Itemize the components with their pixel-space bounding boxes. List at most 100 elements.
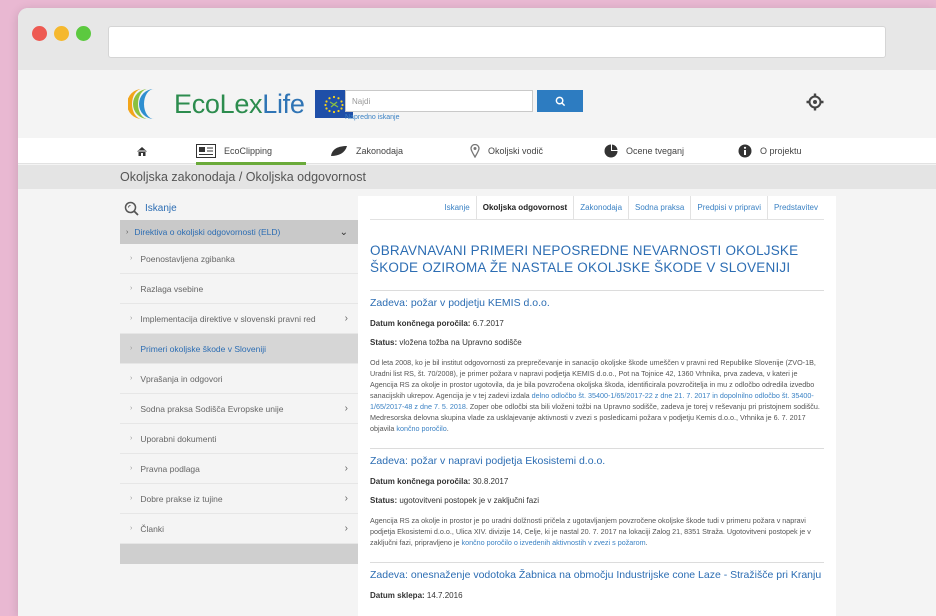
- case-status: Status: ugotovitveni postopek je v zaklj…: [370, 496, 824, 505]
- nav-home[interactable]: [136, 138, 156, 164]
- browser-titlebar: [18, 8, 936, 70]
- bullet-icon: ›: [130, 255, 133, 262]
- sidebar-item-label: Članki: [140, 523, 164, 534]
- nav-o-projektu[interactable]: O projektu: [738, 138, 802, 164]
- sidebar-section-eld[interactable]: › Direktiva o okoljski odgovornosti (ELD)…: [120, 220, 358, 244]
- nav-ecoclipping-label: EcoClipping: [224, 146, 273, 156]
- ecolexlife-logo-icon: [127, 85, 166, 123]
- case-date-label: Datum končnega poročila:: [370, 319, 471, 328]
- sidebar-item[interactable]: › Implementacija direktive v slovenski pr…: [120, 304, 358, 334]
- case-date-label: Datum sklepa:: [370, 591, 425, 600]
- sidebar-item-label: Dobre prakse iz tujine: [140, 493, 223, 504]
- chevron-right-icon: ›: [344, 493, 348, 504]
- chevron-right-icon: ›: [344, 313, 348, 324]
- case-date: Datum sklepa: 14.7.2016: [370, 591, 824, 600]
- sidebar-item[interactable]: › Sodna praksa Sodišča Evropske unije ›: [120, 394, 358, 424]
- nav-o-projektu-label: O projektu: [760, 146, 802, 156]
- final-report-link[interactable]: končno poročilo: [396, 424, 446, 433]
- leaf-icon: [330, 145, 348, 157]
- site-header: EcoLexLife Najdi Napredno iskanje: [18, 70, 936, 138]
- browser-window: EcoLexLife Najdi Napredno iskanje EcoCli…: [18, 8, 936, 616]
- nav-zakonodaja-label: Zakonodaja: [356, 146, 404, 156]
- case-status-value: ugotovitveni postopek je v zaključni faz…: [399, 496, 539, 505]
- search-input[interactable]: Najdi: [345, 90, 533, 112]
- case-title[interactable]: Zadeva: požar v podjetju KEMIS d.o.o.: [370, 297, 824, 309]
- bullet-icon: ›: [130, 315, 133, 322]
- chevron-right-icon: ›: [344, 523, 348, 534]
- case-status: Status: vložena tožba na Upravno sodišče: [370, 338, 824, 347]
- home-icon: [136, 146, 148, 157]
- bullet-icon: ›: [130, 525, 133, 532]
- case-date-value: 14.7.2016: [426, 591, 463, 600]
- content-tabs: Iskanje Okoljska odgovornost Zakonodaja …: [370, 196, 824, 220]
- logo-text: EcoLexLife: [174, 89, 305, 120]
- sidebar-search-link[interactable]: Iskanje: [120, 196, 358, 220]
- advanced-search-link[interactable]: Napredno iskanje: [345, 114, 533, 121]
- sidebar-item[interactable]: › Vprašanja in odgovori: [120, 364, 358, 394]
- case-text: .: [645, 538, 648, 547]
- tab-predstavitev[interactable]: Predstavitev: [768, 196, 824, 220]
- maximize-window-button[interactable]: [76, 26, 91, 41]
- minimize-window-button[interactable]: [54, 26, 69, 41]
- logo-text-eco: EcoLex: [174, 88, 263, 119]
- chevron-down-icon: ⌄: [339, 226, 348, 238]
- case-status-value: vložena tožba na Upravno sodišče: [399, 338, 522, 347]
- tab-okoljska-odgovornost[interactable]: Okoljska odgovornost: [477, 196, 575, 220]
- nav-ocene-tveganj[interactable]: Ocene tveganj: [604, 138, 684, 164]
- breadcrumb: Okoljska zakonodaja / Okoljska odgovorno…: [18, 165, 936, 189]
- case-date-value: 30.8.2017: [472, 477, 509, 486]
- bullet-icon: ›: [130, 345, 133, 352]
- bullet-icon: ›: [126, 228, 129, 236]
- sidebar-item[interactable]: › Uporabni dokumenti: [120, 424, 358, 454]
- tab-iskanje[interactable]: Iskanje: [438, 196, 477, 220]
- sidebar-item[interactable]: › Pravna podlaga ›: [120, 454, 358, 484]
- address-bar[interactable]: [108, 26, 886, 58]
- sidebar-item-label: Primeri okoljske škode v Sloveniji: [140, 343, 267, 354]
- bullet-icon: ›: [130, 465, 133, 472]
- sidebar-item[interactable]: › Primeri okoljske škode v Sloveniji: [120, 334, 358, 364]
- case-title[interactable]: Zadeva: onesnaženje vodotoka Žabnica na …: [370, 569, 824, 581]
- location-pin-icon: [470, 144, 480, 158]
- page-title: OBRAVNAVANI PRIMERI NEPOSREDNE NEVARNOST…: [370, 243, 799, 275]
- tab-predpisi-v-pripravi[interactable]: Predpisi v pripravi: [691, 196, 768, 220]
- logo-text-life: Life: [262, 88, 305, 119]
- sidebar-item[interactable]: › Poenostavljena zgibanka: [120, 244, 358, 274]
- case-date-value: 6.7.2017: [472, 319, 504, 328]
- nav-ecoclipping[interactable]: EcoClipping: [196, 138, 306, 165]
- main-content: Iskanje Okoljska odgovornost Zakonodaja …: [358, 196, 836, 616]
- final-report-link[interactable]: končno poročilo o izvedenih aktivnostih …: [461, 538, 645, 547]
- nav-okoljski-vodic-label: Okoljski vodič: [488, 146, 544, 156]
- sidebar-section-label: Direktiva o okoljski odgovornosti (ELD): [134, 227, 281, 237]
- search-icon: [124, 201, 139, 216]
- close-window-button[interactable]: [32, 26, 47, 41]
- sidebar-item-label: Vprašanja in odgovori: [140, 373, 223, 384]
- case-title[interactable]: Zadeva: požar v napravi podjetja Ekosist…: [370, 455, 824, 467]
- case-kemis: Zadeva: požar v podjetju KEMIS d.o.o. Da…: [370, 290, 824, 434]
- case-description: Od leta 2008, ko je bil institut odgovor…: [370, 357, 824, 434]
- search-button[interactable]: [537, 90, 583, 112]
- case-date: Datum končnega poročila: 30.8.2017: [370, 477, 824, 486]
- bullet-icon: ›: [130, 285, 133, 292]
- web-page: EcoLexLife Najdi Napredno iskanje EcoCli…: [18, 70, 936, 616]
- nav-okoljski-vodic[interactable]: Okoljski vodič: [470, 138, 543, 164]
- sidebar: Iskanje › Direktiva o okoljski odgovornos…: [120, 196, 358, 564]
- search-icon: [555, 96, 565, 106]
- sidebar-footer: [120, 544, 358, 564]
- sidebar-items: › Poenostavljena zgibanka › Razlaga vsebin…: [120, 244, 358, 544]
- sidebar-item-label: Poenostavljena zgibanka: [140, 253, 235, 264]
- sidebar-item[interactable]: › Dobre prakse iz tujine ›: [120, 484, 358, 514]
- case-description: Agencija RS za okolje in prostor je po u…: [370, 515, 824, 548]
- case-date: Datum končnega poročila: 6.7.2017: [370, 319, 824, 328]
- tab-sodna-praksa[interactable]: Sodna praksa: [629, 196, 692, 220]
- info-icon: [738, 144, 752, 158]
- sidebar-item-label: Uporabni dokumenti: [140, 433, 217, 444]
- tab-zakonodaja[interactable]: Zakonodaja: [574, 196, 630, 220]
- bullet-icon: ›: [130, 405, 133, 412]
- gear-icon[interactable]: [805, 92, 825, 112]
- site-logo[interactable]: EcoLexLife: [127, 82, 353, 126]
- nav-zakonodaja[interactable]: Zakonodaja: [330, 138, 403, 164]
- sidebar-item[interactable]: › Razlaga vsebine: [120, 274, 358, 304]
- bullet-icon: ›: [130, 375, 133, 382]
- case-status-label: Status:: [370, 338, 398, 347]
- sidebar-item[interactable]: › Članki ›: [120, 514, 358, 544]
